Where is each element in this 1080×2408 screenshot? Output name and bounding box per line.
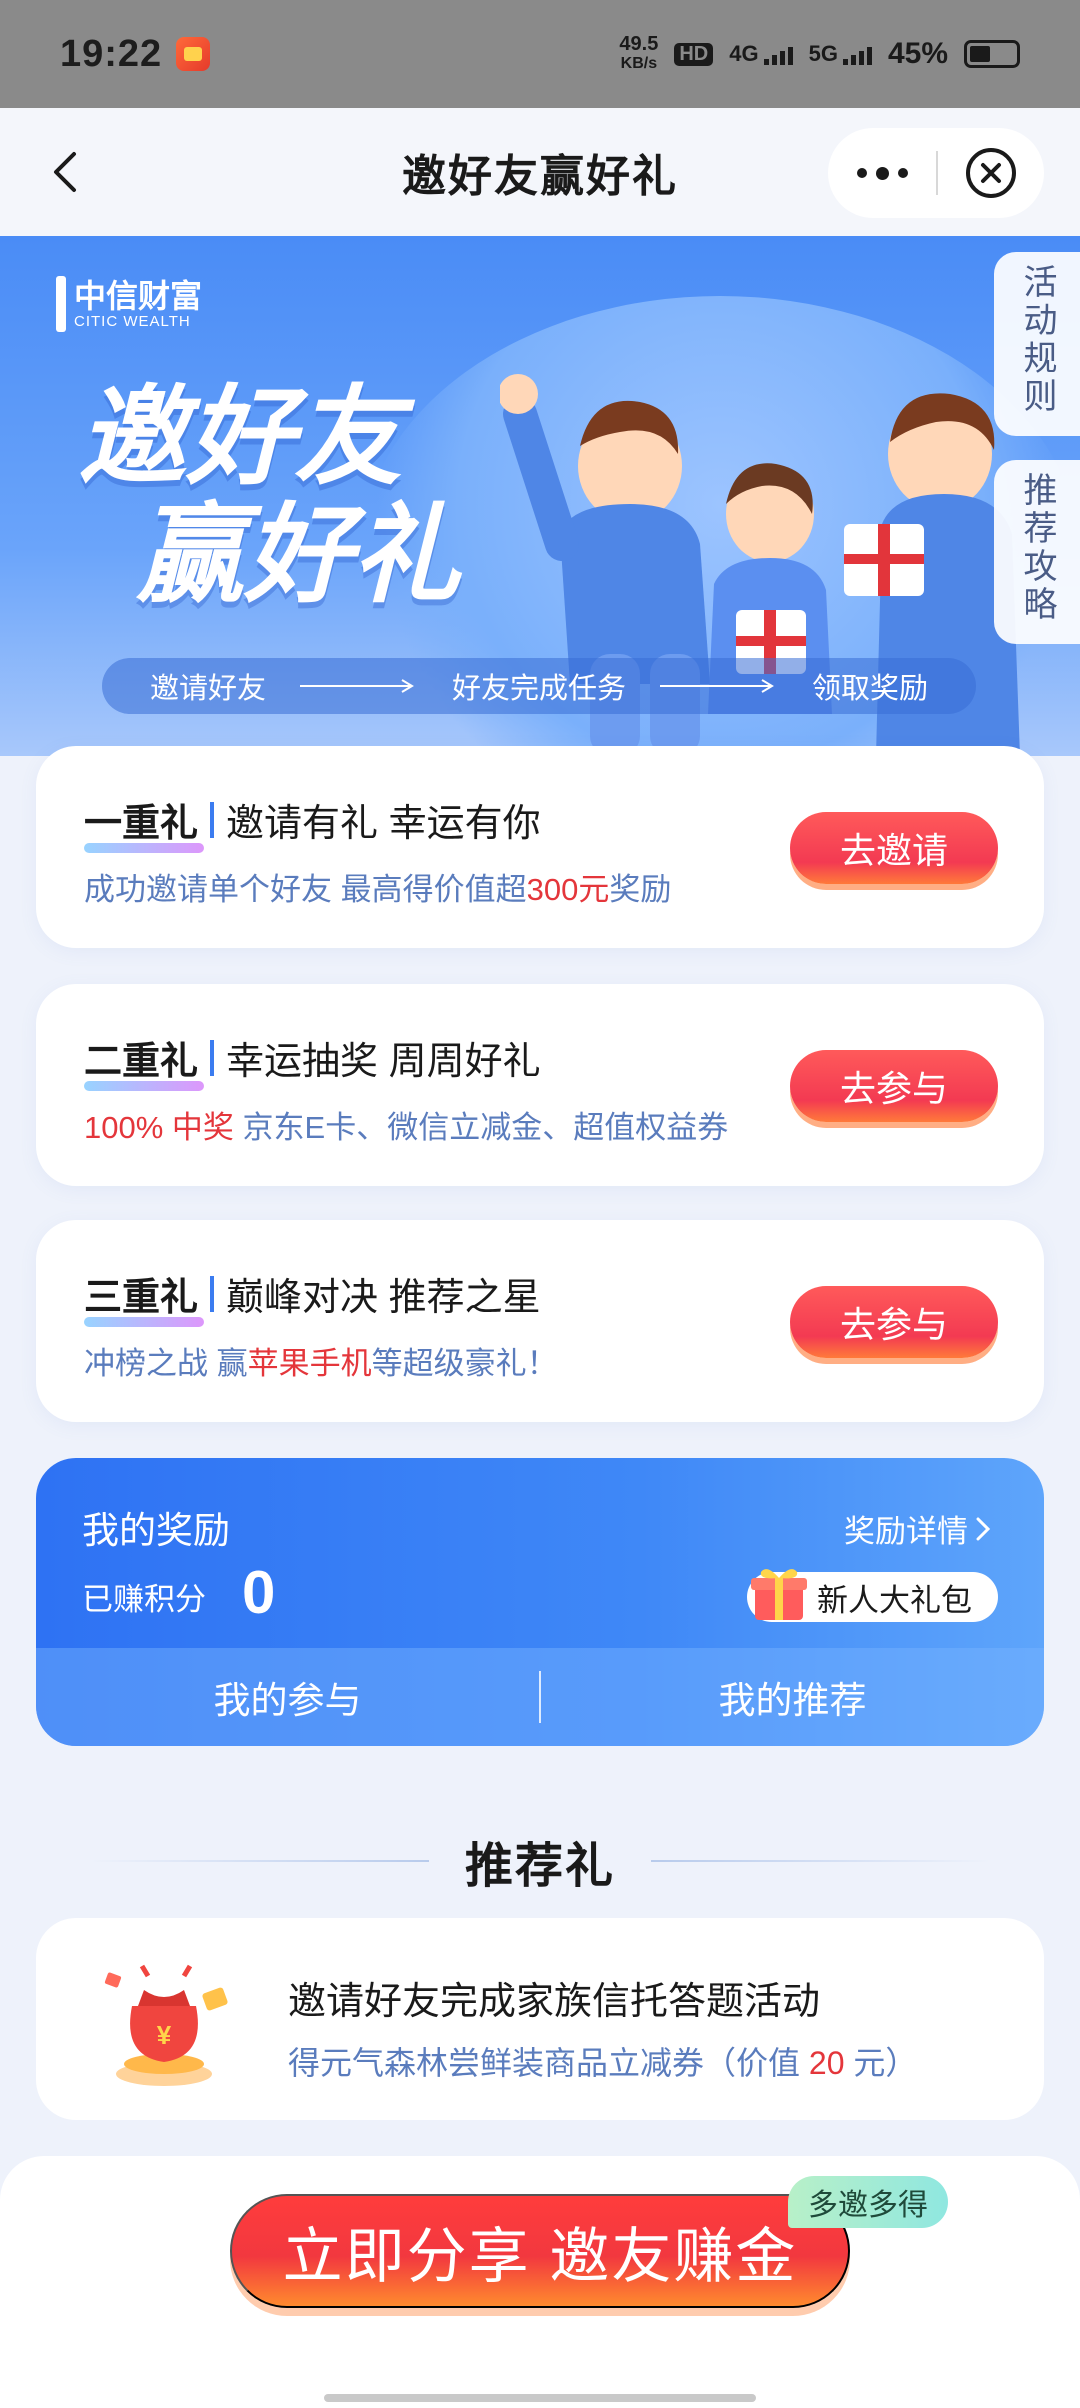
tier-desc-text-after: 等超级豪礼！: [371, 1346, 558, 1381]
hd-icon: HD: [674, 42, 714, 66]
recommend-desc-text: 得元气森林尝鲜装商品立减券（价值: [288, 2045, 809, 2081]
recommend-item-desc: 得元气森林尝鲜装商品立减券（价值 20 元）: [288, 2038, 917, 2084]
invite-button[interactable]: 去邀请: [790, 812, 998, 884]
nav-bar: 邀好友赢好礼: [0, 108, 1080, 236]
lottery-join-button[interactable]: 去参与: [790, 1050, 998, 1122]
page-title: 邀好友赢好礼: [402, 152, 678, 201]
newcomer-gift-button[interactable]: 新人大礼包: [747, 1569, 998, 1622]
bottom-action-bar: 立即分享 邀友赚金 多邀多得: [0, 2156, 1080, 2408]
share-invite-button[interactable]: 立即分享 邀友赚金: [230, 2194, 850, 2308]
signal-5g-icon: 5G: [809, 41, 872, 67]
section-title: 推荐礼: [464, 1840, 615, 1893]
logo-en-text: CITIC WEALTH: [74, 312, 191, 330]
arrow-right-icon: [659, 679, 774, 693]
home-indicator[interactable]: [324, 2394, 756, 2402]
section-divider-left: [88, 1860, 429, 1862]
battery-icon: [964, 40, 1020, 68]
rewards-title: 我的奖励: [82, 1510, 230, 1551]
rewards-tabs: 我的参与 我的推荐: [36, 1648, 1044, 1746]
network-4g-label: 4G: [729, 41, 759, 66]
battery-percent: 45%: [887, 37, 948, 70]
tier-label: 一重礼: [84, 792, 205, 853]
tier-desc-text: 成功邀请单个好友 最高得价值超: [84, 872, 527, 907]
invite-flow-steps: 邀请好友 好友完成任务 领取奖励: [102, 658, 976, 714]
flow-step-reward: 领取奖励: [811, 673, 928, 705]
share-badge: 多邀多得: [788, 2176, 948, 2228]
title-divider: [210, 1039, 215, 1076]
tier-desc-highlight: 苹果手机: [247, 1346, 372, 1381]
status-bar: 19:22 49.5 KB/s HD 4G 5G 45%: [0, 0, 1080, 108]
section-divider-right: [651, 1860, 991, 1862]
hero-headline-line1: 邀好友: [78, 376, 403, 497]
network-speed-unit: KB/s: [620, 55, 658, 72]
recommend-item-title: 邀请好友完成家族信托答题活动: [288, 1981, 821, 2023]
title-divider: [210, 1275, 215, 1312]
tier-label: 二重礼: [84, 1030, 205, 1091]
network-speed: 49.5 KB/s: [619, 34, 658, 74]
tier-title: 邀请有礼 幸运有你: [226, 803, 541, 845]
tier-card-title: 二重礼 幸运抽奖 周周好礼: [84, 1030, 541, 1091]
recommend-desc-text-after: 元）: [844, 2045, 918, 2081]
tier-card-title: 三重礼 巅峰对决 推荐之星: [84, 1266, 541, 1327]
recommend-section-header: 推荐礼: [0, 1826, 1080, 1896]
tier-desc-text-after: 京东E卡、微信立减金、超值权益券: [233, 1110, 729, 1145]
app-notification-icon: [176, 37, 211, 71]
hero-banner: 中信财富 CITIC WEALTH 邀好友 赢好礼 邀请好友 好友完成任务 领取…: [0, 236, 1080, 756]
side-tab-rules-label: 活动规则: [1018, 264, 1056, 416]
rewards-detail-label: 奖励详情: [844, 1514, 968, 1549]
back-arrow-icon[interactable]: [44, 148, 92, 196]
tier-card-2: 二重礼 幸运抽奖 周周好礼 100% 中奖 京东E卡、微信立减金、超值权益券 去…: [36, 984, 1044, 1186]
close-circle-icon[interactable]: [938, 128, 1044, 218]
mini-program-capsule: [828, 128, 1044, 218]
flow-step-invite: 邀请好友: [150, 673, 267, 705]
arrow-right-icon: [300, 679, 414, 693]
tier-desc-text: 冲榜之战 赢: [84, 1346, 248, 1381]
tier-desc: 100% 中奖 京东E卡、微信立减金、超值权益券: [84, 1102, 728, 1147]
points-label: 已赚积分: [82, 1582, 206, 1617]
network-speed-value: 49.5: [619, 33, 659, 55]
hero-headline: 邀好友 赢好礼: [78, 378, 460, 614]
side-tab-guide[interactable]: 推荐攻略: [994, 460, 1080, 644]
flow-step-task: 好友完成任务: [451, 673, 626, 705]
side-tab-guide-label: 推荐攻略: [1018, 472, 1056, 624]
tier-label: 三重礼: [84, 1266, 205, 1327]
status-time: 19:22: [60, 32, 163, 75]
tier-card-3: 三重礼 巅峰对决 推荐之星 冲榜之战 赢苹果手机等超级豪礼！ 去参与: [36, 1220, 1044, 1422]
tab-my-participation[interactable]: 我的参与: [36, 1670, 539, 1724]
tier-desc-highlight: 300元: [526, 872, 610, 907]
tier-desc: 成功邀请单个好友 最高得价值超300元奖励: [84, 864, 671, 909]
tier-card-1: 一重礼 邀请有礼 幸运有你 成功邀请单个好友 最高得价值超300元奖励 去邀请: [36, 746, 1044, 948]
chevron-right-icon: [976, 1517, 991, 1540]
my-rewards-panel: 我的奖励 奖励详情 已赚积分 0 新人大礼包 我的参与 我的推荐: [36, 1458, 1044, 1746]
logo-cn-text: 中信财富: [74, 276, 203, 315]
recommend-desc-highlight: 20: [808, 2045, 845, 2081]
tab-my-referrals[interactable]: 我的推荐: [541, 1670, 1044, 1724]
tier-card-title: 一重礼 邀请有礼 幸运有你: [84, 792, 541, 853]
network-5g-label: 5G: [808, 41, 838, 66]
hero-headline-line2: 赢好礼: [136, 494, 461, 615]
points-value: 0: [242, 1559, 276, 1626]
svg-text:¥: ¥: [157, 2020, 172, 2050]
newcomer-gift-label: 新人大礼包: [817, 1582, 972, 1618]
recommend-card[interactable]: ¥ 邀请好友完成家族信托答题活动 得元气森林尝鲜装商品立减券（价值 20 元）: [36, 1918, 1044, 2120]
tier-desc: 冲榜之战 赢苹果手机等超级豪礼！: [84, 1338, 558, 1383]
rewards-detail-link[interactable]: 奖励详情: [844, 1506, 992, 1551]
tier-desc-text-after: 奖励: [609, 872, 672, 907]
ranking-join-button[interactable]: 去参与: [790, 1286, 998, 1358]
tier-title: 巅峰对决 推荐之星: [226, 1277, 541, 1319]
side-tab-rules[interactable]: 活动规则: [994, 252, 1080, 436]
status-indicators: 49.5 KB/s HD 4G 5G 45%: [619, 34, 1020, 74]
title-divider: [210, 801, 215, 838]
tier-title: 幸运抽奖 周周好礼: [226, 1041, 541, 1083]
citic-wealth-logo: 中信财富 CITIC WEALTH: [56, 276, 202, 332]
more-dots-icon[interactable]: [828, 128, 936, 218]
gift-box-icon: [751, 1569, 807, 1620]
money-bag-icon: ¥: [104, 1964, 228, 2086]
signal-4g-icon: 4G: [729, 41, 793, 67]
tier-desc-highlight: 100% 中奖: [84, 1110, 234, 1145]
